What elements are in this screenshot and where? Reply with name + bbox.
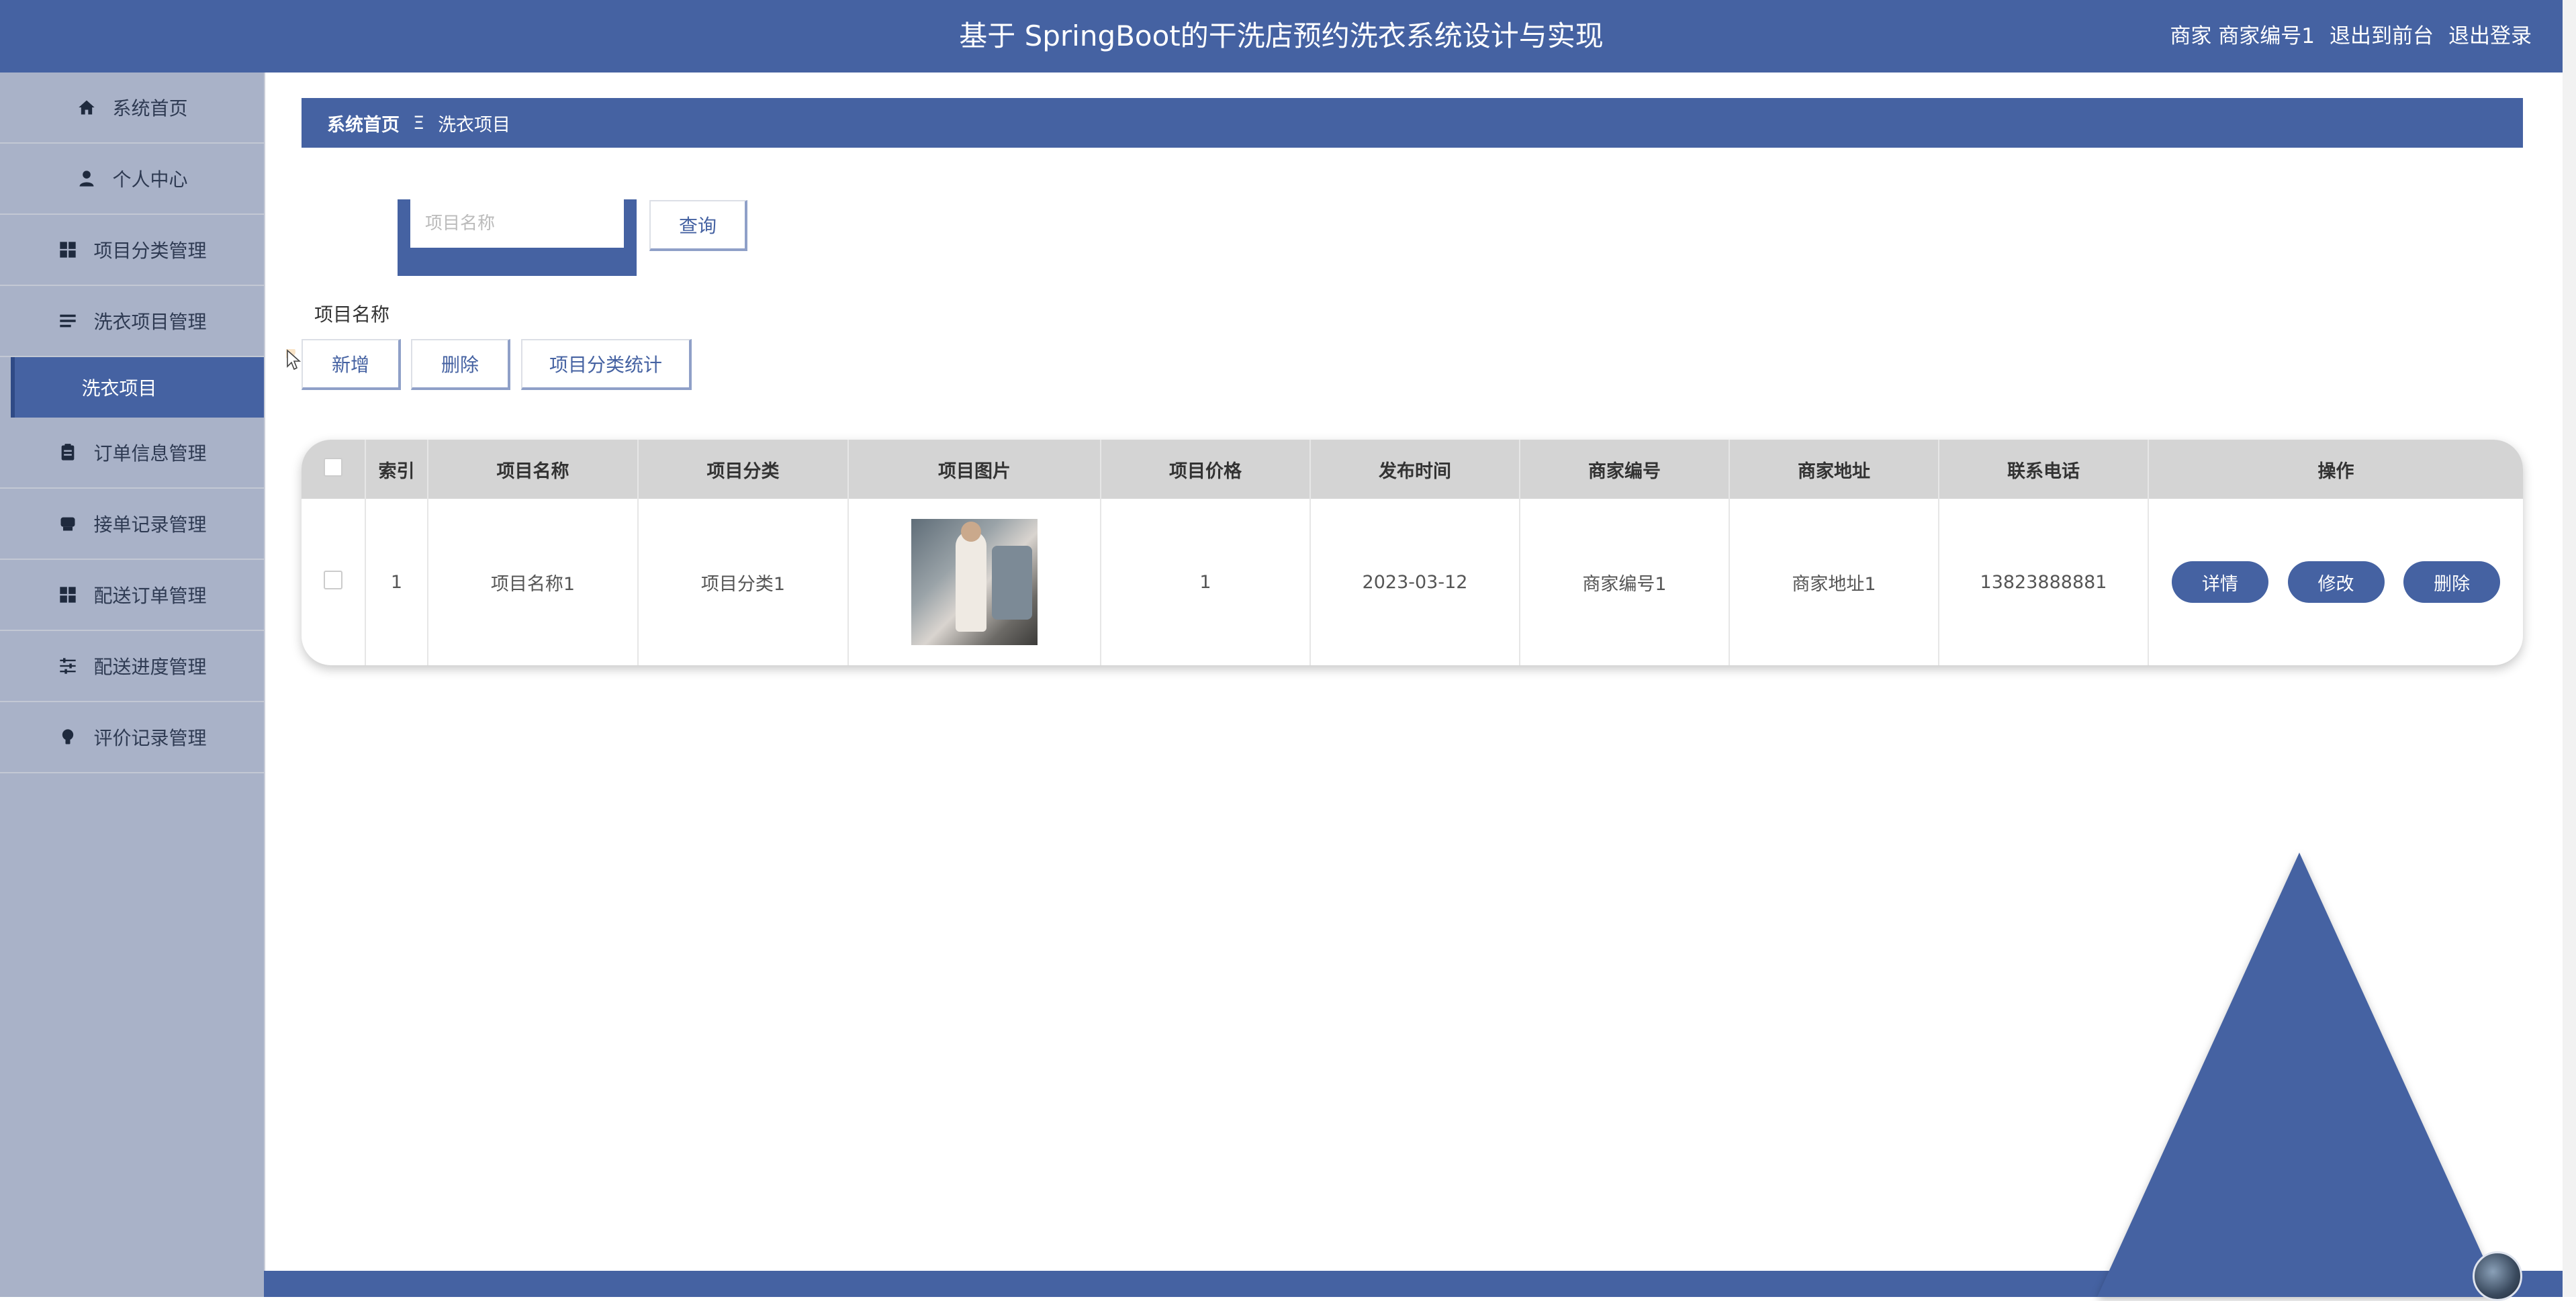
sidebar-item-accept-records[interactable]: 接单记录管理 [0,489,264,560]
column-header: 商家编号 [1520,440,1730,499]
exit-to-front-link[interactable]: 退出到前台 [2330,0,2434,73]
breadcrumb-separator-icon: Ξ [413,112,425,134]
clipboard-icon [57,442,79,463]
sidebar-item-profile[interactable]: 个人中心 [0,144,264,215]
cell-phone: 13823888881 [1939,499,2149,665]
detail-button[interactable]: 详情 [2171,561,2268,603]
sidebar-item-label: 系统首页 [112,97,188,119]
sidebar-item-label: 评价记录管理 [93,727,207,749]
search-label: 项目名称 [314,303,390,326]
column-header: 项目图片 [848,440,1101,499]
table-row: 1 项目名称1 项目分类1 1 2023-03-12 商家编号1 商家地址1 1… [302,499,2523,665]
sidebar-item-home[interactable]: 系统首页 [0,73,264,144]
breadcrumb: 系统首页 Ξ 洗衣项目 [302,98,2523,148]
edit-button[interactable]: 修改 [2287,561,2385,603]
column-header: 联系电话 [1939,440,2149,499]
sidebar: 系统首页 个人中心 项目分类管理 洗衣项目管理 洗衣项目 订单信息管理 接单记录… [0,73,265,1297]
column-header: 商家地址 [1729,440,1939,499]
delete-button[interactable]: 删除 [411,339,510,390]
column-header: 项目分类 [638,440,849,499]
cell-published: 2023-03-12 [1310,499,1520,665]
printer-icon [57,513,79,534]
item-image[interactable] [911,519,1038,645]
column-header: 项目名称 [428,440,639,499]
column-header: 发布时间 [1310,440,1520,499]
grid-icon [57,584,79,606]
table-header-row: 索引 项目名称 项目分类 项目图片 项目价格 发布时间 商家编号 商家地址 联系… [302,440,2523,499]
home-icon [76,97,97,118]
search-button[interactable]: 查询 [649,200,747,251]
cell-image [848,499,1101,665]
bulb-icon [57,726,79,748]
top-header: 基于 SpringBoot的干洗店预约洗衣系统设计与实现 商家 商家编号1 退出… [0,0,2563,73]
breadcrumb-current: 洗衣项目 [438,114,511,136]
cell-index: 1 [365,499,428,665]
sidebar-item-label: 配送进度管理 [93,656,207,678]
data-table: 索引 项目名称 项目分类 项目图片 项目价格 发布时间 商家编号 商家地址 联系… [302,440,2523,665]
breadcrumb-home[interactable]: 系统首页 [327,110,400,136]
select-all-header [302,440,366,499]
sidebar-item-delivery-progress[interactable]: 配送进度管理 [0,631,264,702]
search-input[interactable] [410,199,624,248]
decorative-triangle [2097,853,2501,1297]
image-machine-shape [992,546,1032,620]
category-stats-button[interactable]: 项目分类统计 [521,339,692,390]
sidebar-item-label: 接单记录管理 [93,514,207,536]
search-box [398,199,637,276]
sidebar-item-label: 项目分类管理 [93,240,207,262]
select-all-checkbox[interactable] [324,457,342,477]
image-head-shape [961,522,981,542]
sidebar-item-label: 个人中心 [112,168,188,191]
column-header: 索引 [365,440,428,499]
sidebar-item-delivery-orders[interactable]: 配送订单管理 [0,560,264,631]
sidebar-subitem-laundry-items[interactable]: 洗衣项目 [11,357,264,418]
cell-name: 项目名称1 [428,499,639,665]
sidebar-item-label: 洗衣项目 [81,377,157,399]
cell-category: 项目分类1 [638,499,849,665]
column-header: 操作 [2317,461,2354,482]
user-icon [76,168,97,189]
row-delete-button[interactable]: 删除 [2403,561,2501,603]
sidebar-item-reviews[interactable]: 评价记录管理 [0,702,264,773]
row-checkbox[interactable] [324,570,342,589]
cell-merchant-no: 商家编号1 [1520,499,1730,665]
sidebar-item-label: 配送订单管理 [93,585,207,607]
cell-merchant-addr: 商家地址1 [1729,499,1939,665]
sidebar-item-order-mgmt[interactable]: 订单信息管理 [0,418,264,489]
sidebar-item-category-mgmt[interactable]: 项目分类管理 [0,215,264,286]
mouse-cursor-icon [286,349,302,371]
grid-icon [57,239,79,260]
sliders-icon [57,655,79,677]
user-menu: 商家 商家编号1 退出到前台 退出登录 [2170,0,2532,73]
sidebar-item-label: 订单信息管理 [93,442,207,465]
sidebar-item-laundry-mgmt[interactable]: 洗衣项目管理 [0,286,264,357]
list-icon [57,310,79,332]
image-figure-shape [956,531,986,632]
column-header: 项目价格 [1101,440,1311,499]
add-button[interactable]: 新增 [302,339,401,390]
cell-actions: 详情 修改 删除 [2148,499,2523,665]
current-user: 商家 商家编号1 [2170,24,2315,48]
cell-price: 1 [1101,499,1311,665]
floating-avatar[interactable] [2473,1251,2522,1301]
scrollbar[interactable] [2563,0,2576,1297]
logout-link[interactable]: 退出登录 [2448,0,2532,73]
row-select-cell [302,499,366,665]
sidebar-item-label: 洗衣项目管理 [93,311,207,333]
